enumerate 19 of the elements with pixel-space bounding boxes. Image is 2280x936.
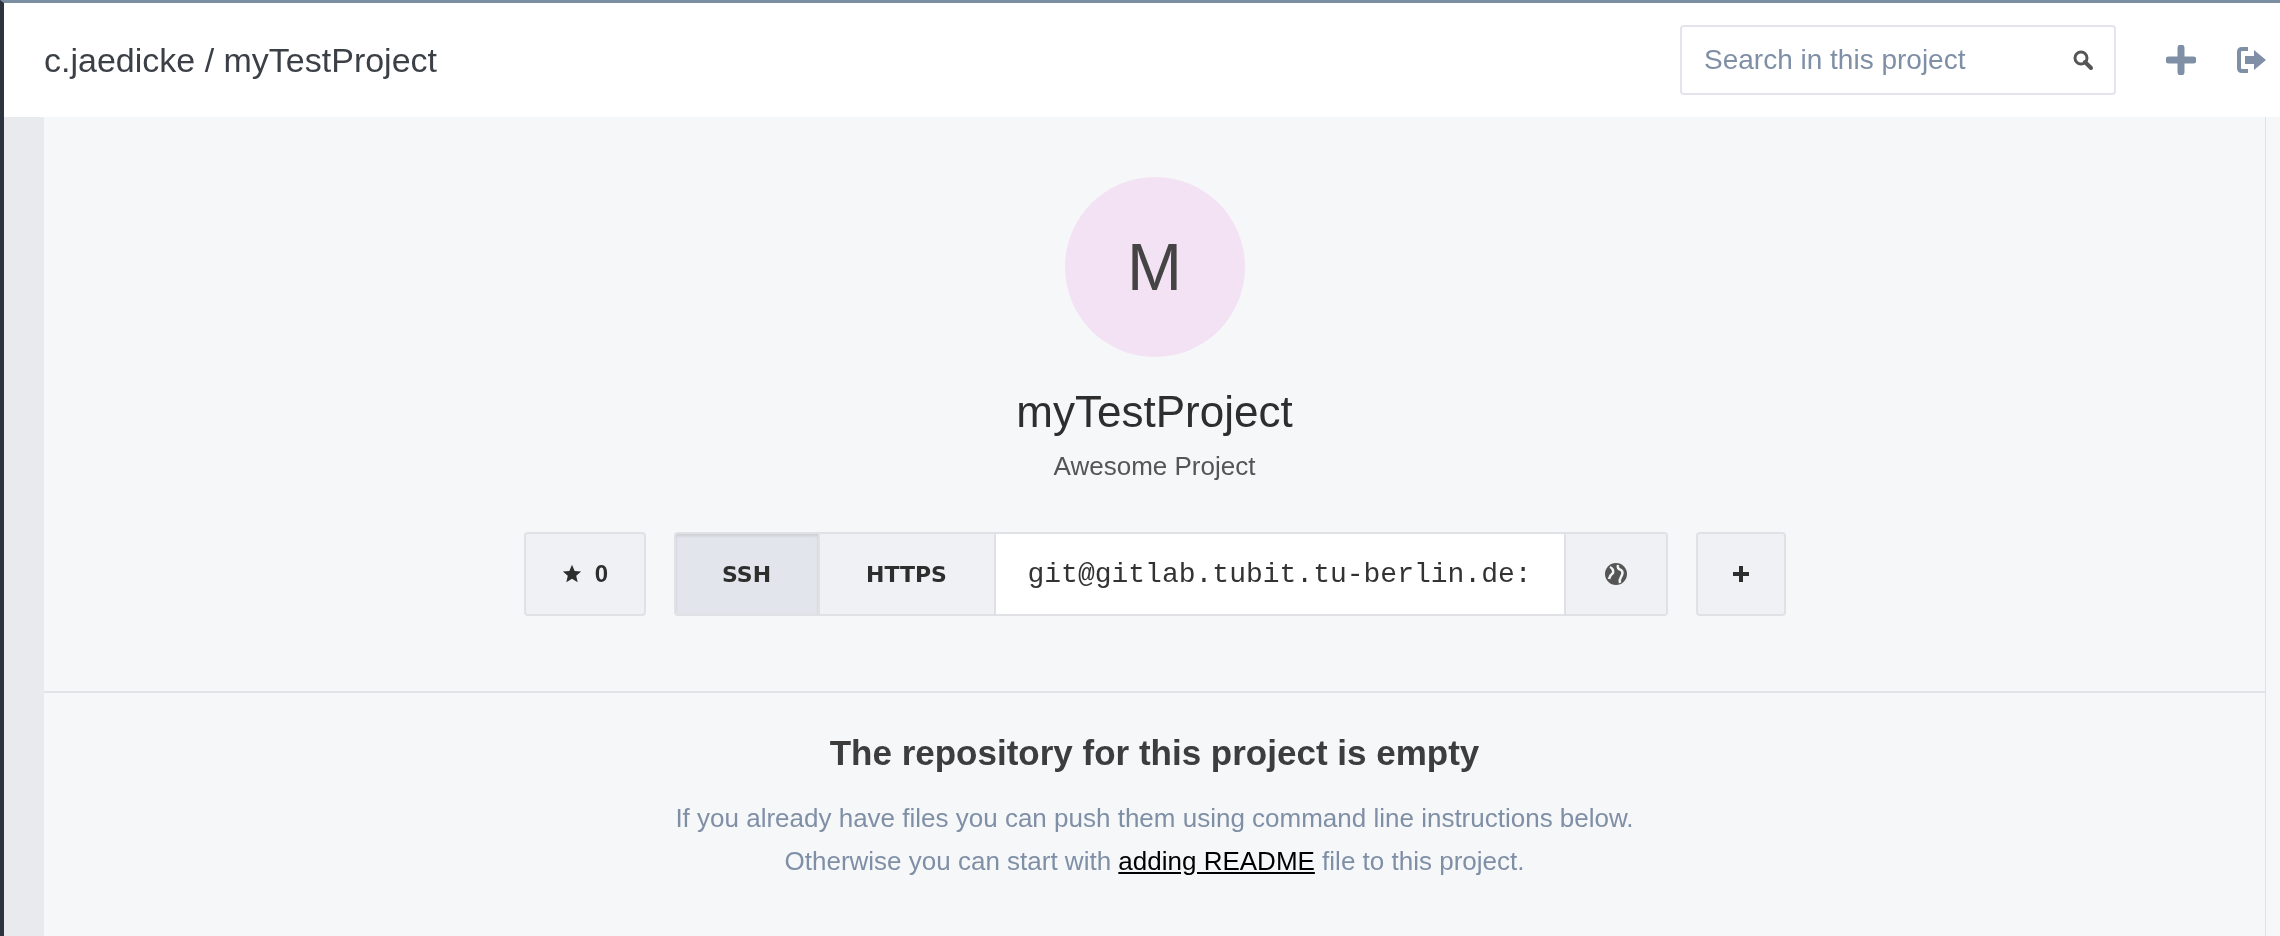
add-readme-link[interactable]: adding README (1118, 846, 1315, 876)
search-field[interactable]: Search in this project (1680, 25, 2116, 95)
clone-url-field[interactable]: git@gitlab.tubit.tu-berlin.de: (995, 534, 1566, 614)
plus-icon[interactable] (2166, 45, 2196, 75)
search-input[interactable]: Search in this project (1702, 43, 2072, 77)
star-button[interactable]: 0 (523, 532, 646, 616)
star-icon (560, 563, 583, 585)
project-name: myTestProject (1016, 387, 1293, 437)
globe-icon (1602, 561, 1629, 587)
project-description: Awesome Project (1053, 451, 1256, 482)
sign-out-icon[interactable] (2236, 45, 2268, 75)
visibility-button[interactable] (1565, 534, 1666, 614)
project-avatar: M (1064, 177, 1245, 357)
empty-repository-text: If you already have files you can push them using command line instructions below. Otherwise you can start with adding README file to this project. (675, 802, 1634, 878)
search-icon (2072, 49, 2094, 71)
breadcrumb-title: c.jaedicke / myTestProject (44, 40, 439, 80)
protocol-tab[interactable]: SSH (675, 534, 820, 614)
protocol-tab[interactable]: HTTPS (819, 534, 996, 614)
empty-repository-heading: The repository for this project is empty (829, 733, 1480, 773)
